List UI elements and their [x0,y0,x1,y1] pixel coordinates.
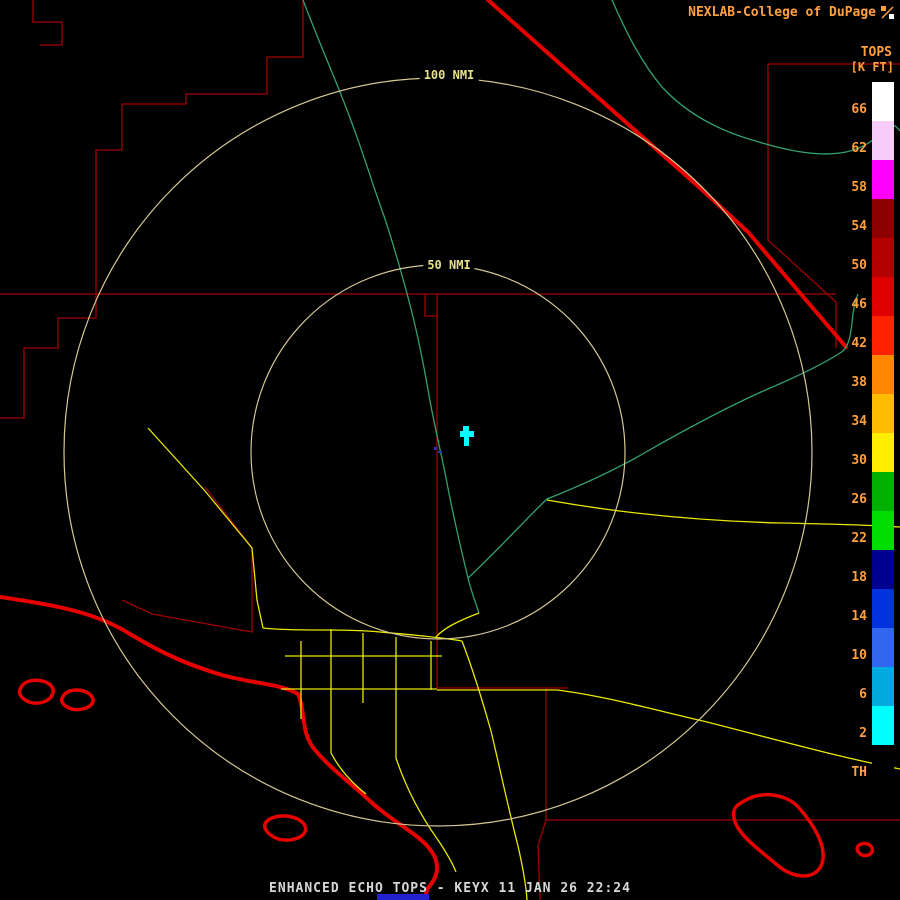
legend-value-label: TH [851,766,872,784]
legend-color-swatch [872,667,894,706]
legend-row: TH [851,745,894,784]
legend-color-swatch [872,511,894,550]
legend-color-swatch [872,433,894,472]
echo-cell-weak [438,451,442,453]
legend-color-swatch [872,550,894,589]
legend-color-swatch [872,745,894,784]
colorbar-legend: TOPS [K FT] 6662585450464238343026221814… [851,46,894,784]
ring-label-50nmi: 50 NMI [423,258,474,272]
legend-row: 30 [851,433,894,472]
legend-color-swatch [872,199,894,238]
county-borders-layer [0,0,900,900]
legend-row: 62 [851,121,894,160]
legend-color-swatch [872,160,894,199]
legend-color-swatch [872,238,894,277]
brand-text: NEXLAB-College of DuPage [688,5,876,20]
legend-title: TOPS [851,46,894,60]
legend-value-label: 2 [859,727,872,745]
legend-color-swatch [872,316,894,355]
legend-row: 26 [851,472,894,511]
legend-row: 2 [851,706,894,745]
legend-color-swatch [872,472,894,511]
legend-row: 66 [851,82,894,121]
legend-row: 46 [851,277,894,316]
legend-row: 34 [851,394,894,433]
legend-value-label: 22 [851,532,872,550]
legend-row: 14 [851,589,894,628]
legend-value-label: 50 [851,259,872,277]
legend-value-label: 18 [851,571,872,589]
legend-color-swatch [872,355,894,394]
legend-value-label: 14 [851,610,872,628]
legend-value-label: 38 [851,376,872,394]
cod-logo-icon [881,6,894,19]
legend-value-label: 30 [851,454,872,472]
site-brand: NEXLAB-College of DuPage [688,5,894,20]
legend-row: 54 [851,199,894,238]
legend-value-label: 62 [851,142,872,160]
legend-rows: 66625854504642383430262218141062TH [851,82,894,784]
radar-screen: NEXLAB-College of DuPage TOPS [K FT] 666… [0,0,900,900]
legend-value-label: 26 [851,493,872,511]
echo-cell-weak [434,447,437,450]
legend-row: 22 [851,511,894,550]
legend-value-label: 42 [851,337,872,355]
legend-color-swatch [872,628,894,667]
legend-row: 50 [851,238,894,277]
legend-row: 18 [851,550,894,589]
ring-label-100nmi: 100 NMI [420,68,479,82]
legend-color-swatch [872,394,894,433]
diagonal-highway-line [488,0,846,347]
echo-cell [460,426,474,446]
legend-value-label: 6 [859,688,872,706]
product-caption: ENHANCED ECHO TOPS - KEYX 11 JAN 26 22:2… [0,881,900,896]
legend-row: 38 [851,355,894,394]
legend-color-swatch [872,82,894,121]
legend-color-swatch [872,589,894,628]
legend-row: 10 [851,628,894,667]
legend-value-label: 58 [851,181,872,199]
legend-value-label: 46 [851,298,872,316]
county-border-lines [0,0,900,900]
legend-color-swatch [872,121,894,160]
highway-lines [148,428,900,900]
legend-row: 6 [851,667,894,706]
legend-color-swatch [872,277,894,316]
radar-map [0,0,900,900]
legend-value-label: 66 [851,103,872,121]
coastline-line [0,597,437,899]
legend-row: 42 [851,316,894,355]
legend-value-label: 54 [851,220,872,238]
legend-color-swatch [872,706,894,745]
legend-units: [K FT] [851,60,894,74]
island-outlines [20,680,873,876]
legend-row: 58 [851,160,894,199]
footer-blue-mark [377,894,429,900]
legend-value-label: 34 [851,415,872,433]
highways-layer [148,428,900,900]
legend-value-label: 10 [851,649,872,667]
